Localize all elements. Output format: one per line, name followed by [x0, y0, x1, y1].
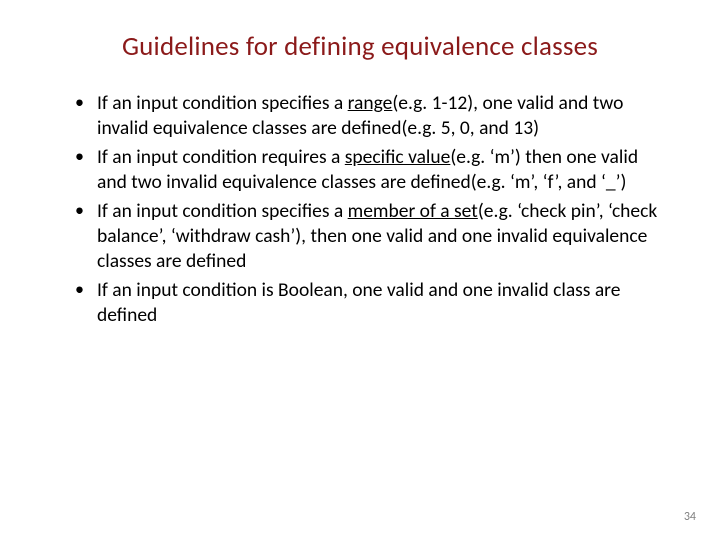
- underlined-term: member of a set: [348, 199, 478, 223]
- slide: Guidelines for defining equivalence clas…: [0, 0, 720, 540]
- slide-title: Guidelines for defining equivalence clas…: [45, 30, 675, 63]
- bullet-text-pre: If an input condition specifies a: [97, 199, 348, 223]
- page-number: 34: [684, 510, 696, 524]
- bullet-list: If an input condition specifies a range(…: [45, 91, 675, 328]
- bullet-text-pre: If an input condition specifies a: [97, 91, 348, 115]
- list-item: If an input condition specifies a range(…: [75, 91, 665, 141]
- underlined-term: specific value: [345, 145, 451, 169]
- underlined-term: range: [348, 91, 393, 115]
- bullet-text-pre: If an input condition requires a: [97, 145, 345, 169]
- bullet-text-pre: If an input condition is Boolean, one va…: [97, 278, 620, 327]
- list-item: If an input condition specifies a member…: [75, 199, 665, 274]
- list-item: If an input condition requires a specifi…: [75, 145, 665, 195]
- list-item: If an input condition is Boolean, one va…: [75, 278, 665, 328]
